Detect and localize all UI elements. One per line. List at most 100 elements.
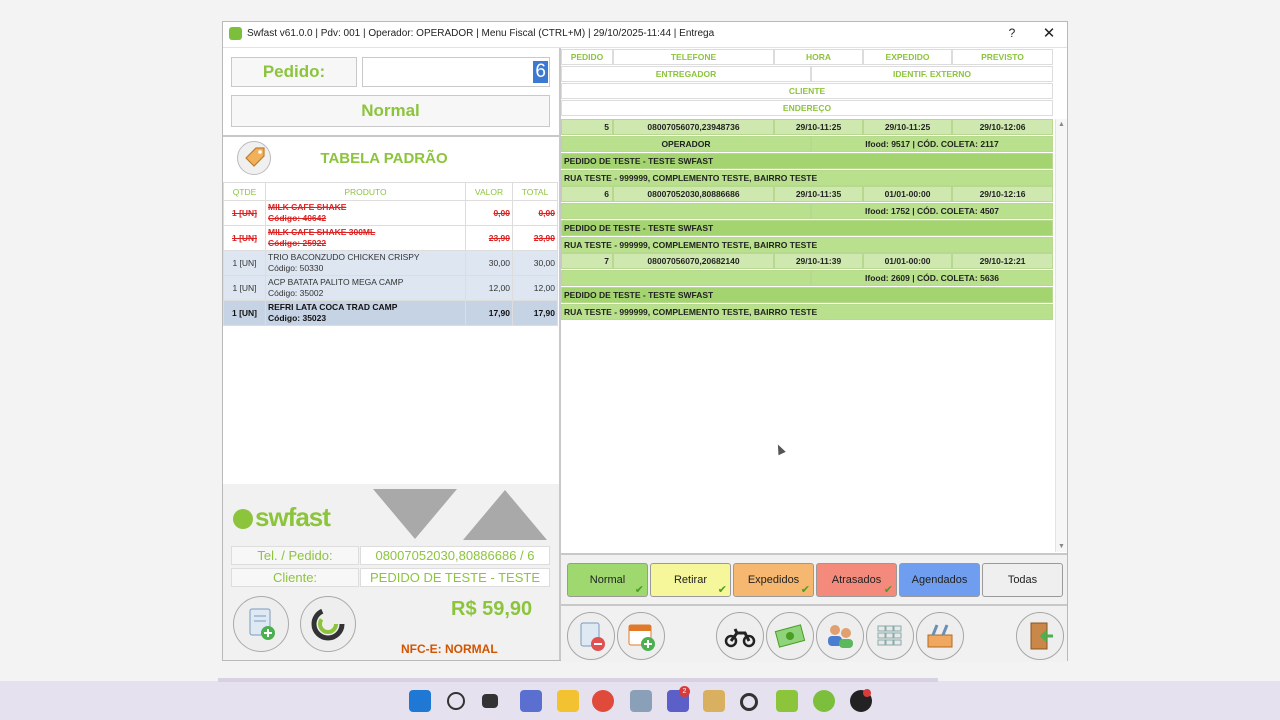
item-row[interactable]: 1 [UN] REFRI LATA COCA TRAD CAMP Código: 3… (223, 300, 558, 326)
schedule-button[interactable] (617, 612, 665, 660)
order-previsto[interactable]: 29/10-12:06 (952, 119, 1053, 135)
order-identif[interactable]: Ifood: 1752 | CÓD. COLETA: 4507 (811, 203, 1053, 219)
order-hora[interactable]: 29/10-11:25 (774, 119, 863, 135)
hdr-cliente: CLIENTE (561, 83, 1053, 99)
col-produto: PRODUTO (265, 182, 466, 201)
filter-atrasados-button[interactable]: Atrasados ✔ (816, 563, 897, 597)
item-valor: 17,90 (465, 300, 513, 326)
filter-label: Agendados (911, 574, 968, 586)
item-row[interactable]: 1 [UN] ACP BATATA PALITO MEGA CAMP Código:… (223, 275, 558, 301)
order-identif[interactable]: Ifood: 2609 | CÓD. COLETA: 5636 (811, 270, 1053, 286)
order-cliente[interactable]: PEDIDO DE TESTE - TESTE SWFAST (561, 220, 1053, 236)
cliente-value: PEDIDO DE TESTE - TESTE (360, 568, 550, 587)
scroll-up-button[interactable] (463, 490, 547, 540)
order-telefone[interactable]: 08007056070,23948736 (613, 119, 774, 135)
toolbox-icon (927, 624, 953, 648)
taskbar: 2 (0, 678, 1280, 720)
close-button[interactable]: ✕ (1041, 24, 1057, 42)
window-title: Swfast v61.0.0 | Pdv: 001 | Operador: OP… (247, 28, 715, 39)
status-filters: Normal ✔ Retirar ✔ Expedidos ✔ Atrasados ✔ Agend… (561, 553, 1067, 605)
exit-button[interactable] (1016, 612, 1064, 660)
item-valor: 30,00 (465, 250, 513, 276)
new-order-button[interactable] (233, 596, 289, 652)
task-view-icon[interactable] (482, 694, 498, 708)
order-entregador[interactable] (561, 270, 811, 286)
item-row[interactable]: 1 [UN] MILK CAFE SHAKE 300ML Código: 25922… (223, 225, 558, 251)
swfast-logo-app-icon[interactable] (813, 690, 835, 712)
orders-scrollbar[interactable]: ▲ ▼ (1055, 119, 1067, 552)
hdr-identif: IDENTIF. EXTERNO (811, 66, 1053, 82)
scroll-up-arrow-icon[interactable]: ▲ (1057, 121, 1066, 128)
item-produto: TRIO BACONZUDO CHICKEN CRISPY Código: 503… (265, 250, 466, 276)
order-pedido[interactable]: 7 (561, 253, 613, 269)
pedido-input[interactable]: 6 (362, 57, 550, 87)
filter-label: Atrasados (831, 574, 882, 586)
order-pedido[interactable]: 5 (561, 119, 613, 135)
item-row[interactable]: 1 [UN] MILK CAFE SHAKE Código: 40642 0,00 0,… (223, 200, 558, 226)
order-hora[interactable]: 29/10-11:39 (774, 253, 863, 269)
order-endereco[interactable]: RUA TESTE - 999999, COMPLEMENTO TESTE, B… (561, 237, 1053, 253)
database-icon[interactable] (630, 690, 652, 712)
scroll-down-arrow-icon[interactable]: ▼ (1057, 543, 1066, 550)
order-entregador[interactable] (561, 203, 811, 219)
search-icon[interactable] (447, 692, 465, 710)
taskbar-strip (218, 678, 938, 682)
orders-panel: PEDIDO TELEFONE HORA EXPEDIDO PREVISTO E… (561, 48, 1067, 662)
chrome-icon[interactable] (592, 690, 614, 712)
delivery-button[interactable] (716, 612, 764, 660)
order-expedido[interactable]: 29/10-11:25 (863, 119, 952, 135)
item-qtde: 1 [UN] (223, 250, 266, 276)
tools-app-icon[interactable] (703, 690, 725, 712)
payment-button[interactable] (766, 612, 814, 660)
item-code: Código: 40642 (268, 213, 327, 223)
order-cliente[interactable]: PEDIDO DE TESTE - TESTE SWFAST (561, 153, 1053, 169)
swfast-sync-button[interactable] (300, 596, 356, 652)
order-entregador[interactable]: OPERADOR (561, 136, 811, 152)
tools-button[interactable] (916, 612, 964, 660)
pedido-value[interactable]: 6 (533, 61, 548, 83)
swfast-app-icon[interactable] (776, 690, 798, 712)
item-row[interactable]: 1 [UN] TRIO BACONZUDO CHICKEN CRISPY Códig… (223, 250, 558, 276)
order-expedido[interactable]: 01/01-00:00 (863, 253, 952, 269)
filter-todas-button[interactable]: Todas (982, 563, 1063, 597)
receipt-remove-icon (580, 622, 605, 651)
swfast-sync-app-icon[interactable] (740, 693, 758, 711)
drivers-button[interactable] (816, 612, 864, 660)
divider (223, 135, 559, 137)
price-tag-button[interactable] (237, 141, 271, 175)
filter-label: Normal (589, 574, 626, 586)
chat-app-icon[interactable] (520, 690, 542, 712)
scroll-down-button[interactable] (373, 489, 457, 539)
title-bar: Swfast v61.0.0 | Pdv: 001 | Operador: OP… (223, 22, 1067, 48)
filter-retirar-button[interactable]: Retirar ✔ (650, 563, 731, 597)
item-code: Código: 25922 (268, 238, 327, 248)
teams-badge: 2 (679, 686, 690, 697)
filter-agendados-button[interactable]: Agendados (899, 563, 980, 597)
order-endereco[interactable]: RUA TESTE - 999999, COMPLEMENTO TESTE, B… (561, 304, 1053, 320)
order-identif[interactable]: Ifood: 9517 | CÓD. COLETA: 2117 (811, 136, 1053, 152)
order-endereco[interactable]: RUA TESTE - 999999, COMPLEMENTO TESTE, B… (561, 170, 1053, 186)
order-cliente[interactable]: PEDIDO DE TESTE - TESTE SWFAST (561, 287, 1053, 303)
cliente-label: Cliente: (231, 568, 359, 587)
filter-expedidos-button[interactable]: Expedidos ✔ (733, 563, 814, 597)
order-previsto[interactable]: 29/10-12:21 (952, 253, 1053, 269)
order-telefone[interactable]: 08007056070,20682140 (613, 253, 774, 269)
windows-start-icon[interactable] (409, 690, 431, 712)
order-hora[interactable]: 29/10-11:35 (774, 186, 863, 202)
order-telefone[interactable]: 08007052030,80886686 (613, 186, 774, 202)
file-explorer-icon[interactable] (557, 690, 579, 712)
item-code: Código: 35002 (268, 288, 324, 298)
calendar-add-icon (628, 624, 655, 651)
filter-normal-button[interactable]: Normal ✔ (567, 563, 648, 597)
filter-label: Expedidos (747, 574, 800, 586)
item-valor: 0,00 (465, 200, 513, 226)
checkmark-icon: ✔ (883, 584, 893, 596)
order-previsto[interactable]: 29/10-12:16 (952, 186, 1053, 202)
app-window: Swfast v61.0.0 | Pdv: 001 | Operador: OP… (222, 21, 1068, 662)
order-expedido[interactable]: 01/01-00:00 (863, 186, 952, 202)
cancel-order-button[interactable] (567, 612, 615, 660)
help-button[interactable]: ? (1005, 26, 1019, 40)
order-pedido[interactable]: 6 (561, 186, 613, 202)
item-code: Código: 50330 (268, 263, 324, 273)
tables-button[interactable] (866, 612, 914, 660)
